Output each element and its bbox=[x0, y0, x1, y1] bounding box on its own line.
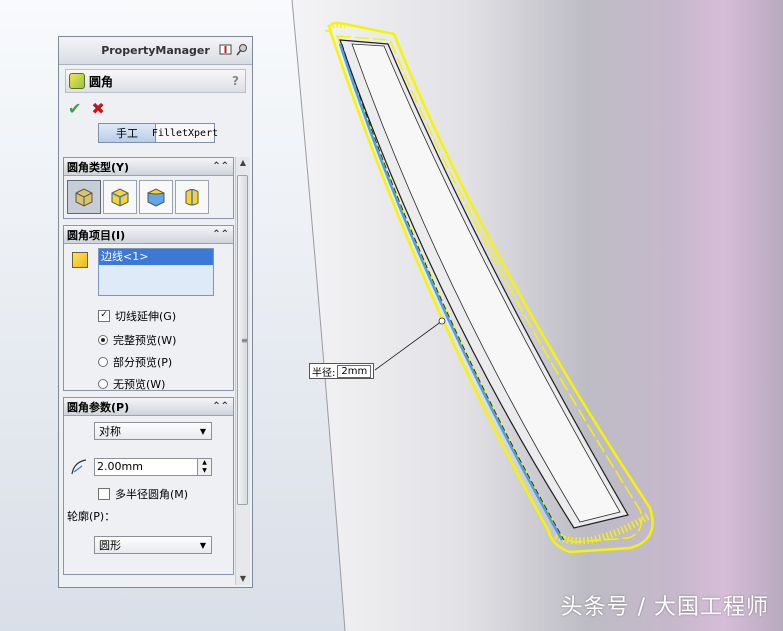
chevron-down-icon: ▼ bbox=[199, 540, 206, 550]
no-preview-option[interactable]: 无预览(W) bbox=[98, 376, 165, 392]
radius-callout[interactable]: 半径: 2mm bbox=[309, 363, 375, 379]
fillet-params-title: 圆角参数(P) bbox=[67, 400, 130, 414]
ok-check-icon[interactable]: ✔ bbox=[68, 99, 81, 118]
constant-radius-fillet-button[interactable] bbox=[67, 180, 101, 214]
profile-select[interactable]: 圆形 ▼ bbox=[94, 536, 212, 554]
fillet-method-select[interactable]: 对称 ▼ bbox=[94, 422, 212, 440]
full-round-fillet-button[interactable] bbox=[175, 180, 209, 214]
feature-title-bar: 圆角 ? bbox=[65, 69, 246, 93]
panel-header: PropertyManager bbox=[59, 37, 252, 65]
stepper-up-icon[interactable]: ▲ bbox=[198, 459, 211, 467]
push-pin-icon[interactable] bbox=[235, 43, 248, 56]
full-preview-label: 完整预览(W) bbox=[113, 334, 177, 347]
cancel-x-icon[interactable]: ✖ bbox=[91, 99, 104, 118]
fillet-params-header[interactable]: 圆角参数(P) ⌃⌃ bbox=[64, 398, 233, 416]
profile-value: 圆形 bbox=[99, 539, 121, 552]
grip-icon: ≡ bbox=[241, 336, 248, 345]
stepper-down-icon[interactable]: ▼ bbox=[198, 467, 211, 475]
scroll-thumb[interactable]: ≡ bbox=[237, 175, 248, 505]
fillet-type-group: 圆角类型(Y) ⌃⌃ bbox=[63, 157, 234, 219]
help-icon[interactable]: ? bbox=[232, 74, 239, 88]
panel-scrollbar[interactable]: ▲ ≡ ▼ bbox=[235, 157, 250, 585]
fillet-type-header[interactable]: 圆角类型(Y) ⌃⌃ bbox=[64, 158, 233, 176]
scroll-down-icon[interactable]: ▼ bbox=[236, 573, 250, 585]
multi-radius-option[interactable]: 多半径圆角(M) bbox=[98, 486, 188, 502]
tab-filletxpert[interactable]: FilletXpert bbox=[152, 123, 218, 143]
list-item[interactable]: 边线<1> bbox=[99, 249, 213, 265]
tangent-propagation-option[interactable]: ✓ 切线延伸(G) bbox=[98, 308, 176, 324]
panel-header-title: PropertyManager bbox=[101, 44, 210, 57]
fillet-items-title: 圆角项目(I) bbox=[67, 228, 126, 242]
edge-selection-list[interactable]: 边线<1> bbox=[98, 248, 214, 296]
header-icons bbox=[219, 43, 248, 56]
fillet-items-group: 圆角项目(I) ⌃⌃ 边线<1> ✓ 切线延伸(G) 完整预览(W) 部分预览(… bbox=[63, 225, 234, 391]
no-preview-radio[interactable] bbox=[98, 379, 108, 389]
mode-tabs: 手工 FilletXpert bbox=[98, 123, 252, 143]
partial-preview-label: 部分预览(P) bbox=[113, 356, 173, 369]
callout-label: 半径: bbox=[312, 367, 336, 379]
multi-radius-label: 多半径圆角(M) bbox=[115, 488, 189, 501]
fillet-items-header[interactable]: 圆角项目(I) ⌃⌃ bbox=[64, 226, 233, 244]
profile-label: 轮廓(P)： bbox=[67, 510, 116, 523]
tangent-checkbox[interactable]: ✓ bbox=[98, 310, 110, 322]
panel-content: 圆角类型(Y) ⌃⌃ 圆角项目(I) ⌃⌃ 边线<1> ✓ 切线延伸(G) 完整… bbox=[63, 157, 234, 585]
property-manager-panel: PropertyManager 圆角 ? ✔ ✖ 手工 FilletXpert … bbox=[58, 36, 253, 588]
multi-radius-checkbox[interactable] bbox=[98, 488, 110, 500]
tangent-label: 切线延伸(G) bbox=[115, 310, 177, 323]
fillet-params-group: 圆角参数(P) ⌃⌃ 对称 ▼ 2.00mm ▲ ▼ 多半径圆角(M) 轮廓(P… bbox=[63, 397, 234, 575]
fillet-type-title: 圆角类型(Y) bbox=[67, 160, 130, 174]
radius-icon bbox=[71, 459, 87, 475]
radius-input[interactable]: 2.00mm bbox=[94, 458, 198, 476]
edge-selection-icon bbox=[72, 252, 88, 268]
callout-value[interactable]: 2mm bbox=[337, 364, 372, 378]
ok-cancel-row: ✔ ✖ bbox=[68, 99, 252, 118]
variable-radius-fillet-button[interactable] bbox=[103, 180, 137, 214]
full-preview-option[interactable]: 完整预览(W) bbox=[98, 332, 176, 348]
chevron-down-icon: ▼ bbox=[199, 426, 206, 436]
pin-icon[interactable] bbox=[219, 43, 232, 56]
face-fillet-button[interactable] bbox=[139, 180, 173, 214]
watermark: 头条号 / 大国工程师 bbox=[560, 595, 769, 620]
collapse-chevron-icon[interactable]: ⌃⌃ bbox=[212, 229, 229, 240]
scroll-up-icon[interactable]: ▲ bbox=[236, 157, 250, 169]
fillet-method-value: 对称 bbox=[99, 425, 121, 438]
fillet-feature-icon bbox=[69, 73, 85, 89]
partial-preview-option[interactable]: 部分预览(P) bbox=[98, 354, 172, 370]
radius-stepper[interactable]: ▲ ▼ bbox=[198, 458, 212, 476]
collapse-chevron-icon[interactable]: ⌃⌃ bbox=[212, 401, 229, 412]
tab-manual[interactable]: 手工 bbox=[98, 123, 156, 143]
fillet-params-body: 对称 ▼ 2.00mm ▲ ▼ 多半径圆角(M) 轮廓(P)： 圆形 ▼ bbox=[64, 416, 233, 574]
fillet-items-body: 边线<1> ✓ 切线延伸(G) 完整预览(W) 部分预览(P) 无预览(W) bbox=[64, 244, 233, 392]
no-preview-label: 无预览(W) bbox=[113, 378, 166, 391]
feature-title: 圆角 bbox=[89, 74, 114, 89]
callout-anchor bbox=[438, 317, 446, 325]
fillet-type-buttons bbox=[64, 176, 233, 218]
collapse-chevron-icon[interactable]: ⌃⌃ bbox=[212, 161, 229, 172]
partial-preview-radio[interactable] bbox=[98, 357, 108, 367]
full-preview-radio[interactable] bbox=[98, 335, 108, 345]
